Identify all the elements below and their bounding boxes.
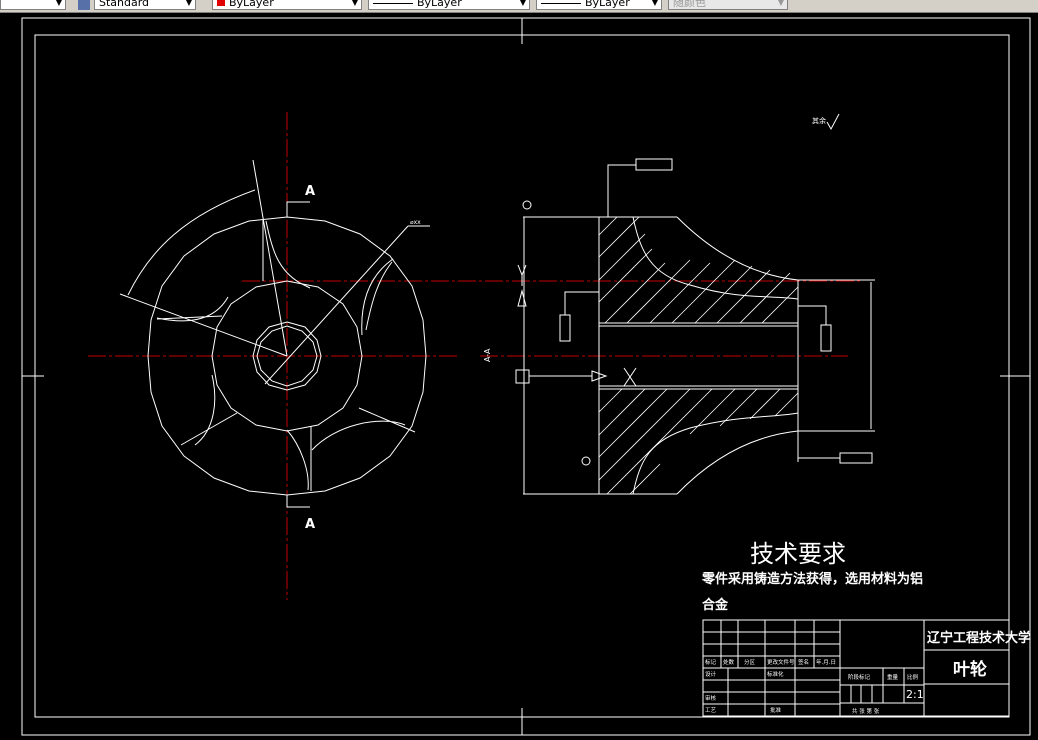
surface-finish-icon (826, 113, 840, 131)
tb-header: 年.月.日 (816, 658, 836, 666)
diameter-label: ⌀xx (410, 219, 421, 226)
section-view (480, 158, 875, 495)
tb-sheets: 共 张 第 张 (852, 707, 880, 715)
section-arrow-top (286, 201, 310, 217)
tb-part-name: 叶轮 (953, 659, 987, 680)
lineweight-select[interactable]: ByLayer ▼ (536, 0, 662, 10)
section-label-bottom: A (305, 517, 315, 532)
diameter-leader (264, 225, 409, 385)
plot-style-select: 随颜色 ▼ (668, 0, 788, 10)
section-view-label: A-A (483, 348, 492, 362)
tb-school-name: 辽宁工程技术大学 (927, 630, 1031, 646)
section-arrow-bottom (286, 495, 310, 508)
x-mark-icon (623, 367, 637, 387)
properties-toolbar: ▼ Standard ▼ ByLayer ▼ ByLayer ▼ ByLayer ▼ 随… (0, 0, 1038, 13)
fcf-left (559, 314, 571, 342)
fcf-leader-left (564, 291, 599, 315)
prev-combo[interactable]: ▼ (0, 0, 66, 10)
sheet-outer-frame (21, 17, 1031, 736)
section-label-top: A (305, 184, 315, 199)
centering-marks (22, 18, 1030, 735)
datum-bottom-icon (581, 456, 591, 466)
fcf-leader-top (607, 164, 636, 217)
fcf-leader-right (798, 305, 827, 325)
tb-header: 标记 (705, 658, 717, 666)
tb-review: 审核 (705, 694, 717, 702)
tb-header: 签名 (798, 658, 809, 666)
tb-ratio: 比例 (907, 673, 919, 681)
linetype-select[interactable]: ByLayer ▼ (368, 0, 530, 10)
text-style-icon (78, 0, 90, 10)
view-arrow-icon (517, 289, 527, 307)
red-swatch-icon (217, 0, 225, 6)
drawing-canvas[interactable]: ⌀xx A A A-A 其余 技术要求 零件采用铸造方法获得，选用材料为铝 合金… (0, 13, 1038, 740)
fcf-right (820, 324, 832, 352)
tb-process: 工艺 (705, 707, 717, 714)
tb-header: 更改文件号 (767, 658, 795, 666)
tb-standardization: 标准化 (767, 670, 784, 678)
tb-stage-mark: 阶段标记 (848, 673, 871, 681)
tb-approve: 批准 (770, 706, 782, 714)
datum-top-icon (522, 200, 532, 210)
fcf-bottom (839, 452, 873, 464)
tb-header: 处数 (723, 658, 735, 666)
layer-color-select[interactable]: ByLayer ▼ (212, 0, 362, 10)
fcf-top (635, 158, 673, 171)
surface-finish-label: 其余 (812, 116, 826, 125)
tb-weight: 重量 (887, 673, 899, 681)
tech-requirements-title: 技术要求 (750, 540, 846, 568)
angle-leg-1 (119, 293, 288, 357)
tech-requirements-line: 合金 (702, 597, 729, 613)
sheet-border (34, 34, 1010, 718)
text-style-select[interactable]: Standard ▼ (94, 0, 196, 10)
tb-design: 设计 (705, 670, 717, 678)
tb-scale-value: 2:1 (906, 688, 924, 701)
angle-dimension-arc (127, 189, 256, 296)
tech-requirements-line: 零件采用铸造方法获得，选用材料为铝 (701, 571, 923, 587)
tb-header: 分区 (744, 658, 756, 666)
